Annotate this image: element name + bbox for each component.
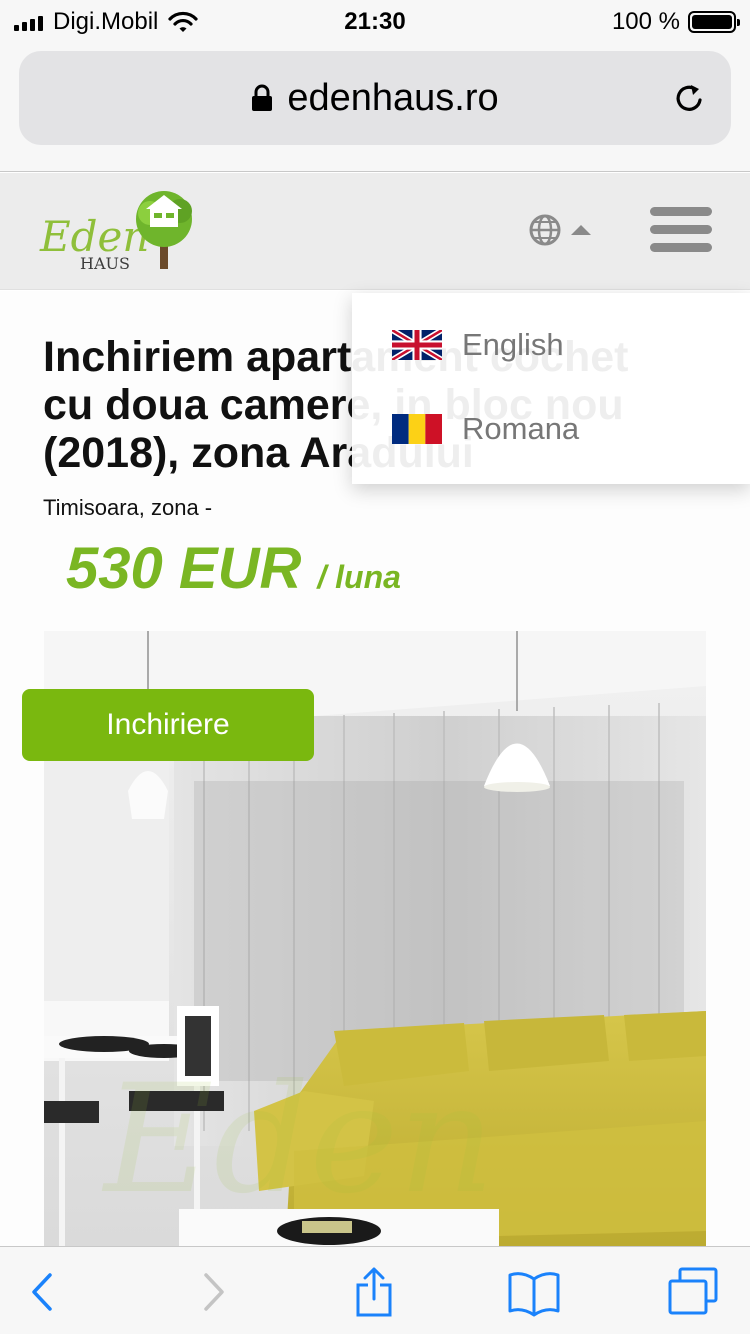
- language-option-english[interactable]: English: [392, 327, 564, 363]
- logo-sub: HAUS: [80, 254, 130, 273]
- language-label-english: English: [462, 327, 564, 362]
- globe-icon: [529, 214, 561, 246]
- caret-up-icon: [571, 225, 591, 235]
- svg-text:Eden: Eden: [101, 1053, 495, 1227]
- rental-type-badge: Inchiriere: [22, 689, 314, 761]
- back-icon[interactable]: [14, 1267, 74, 1317]
- url-text: edenhaus.ro: [287, 76, 499, 119]
- browser-address-bar: edenhaus.ro: [0, 42, 750, 172]
- price-unit: / luna: [317, 559, 401, 595]
- listing-price: 530 EUR / luna: [66, 535, 401, 602]
- browser-toolbar: [0, 1246, 750, 1334]
- battery-percent: 100 %: [611, 8, 680, 35]
- edenhaus-logo[interactable]: Eden HAUS: [38, 189, 200, 277]
- status-bar: Digi.Mobil 21:30 100 %: [0, 0, 750, 42]
- language-dropdown: English Romana: [352, 293, 750, 484]
- reload-icon[interactable]: [671, 81, 707, 117]
- site-header: Eden HAUS: [0, 173, 750, 290]
- forward-icon[interactable]: [182, 1267, 242, 1317]
- language-option-romana[interactable]: Romana: [392, 411, 579, 447]
- share-icon[interactable]: [344, 1267, 404, 1317]
- language-label-romana: Romana: [462, 411, 580, 446]
- battery-icon: [688, 11, 740, 33]
- lock-icon: [252, 84, 273, 111]
- language-switcher[interactable]: [528, 213, 592, 247]
- menu-icon[interactable]: [650, 207, 712, 255]
- uk-flag-icon: [392, 330, 442, 360]
- listing-location: Timisoara, zona -: [43, 495, 213, 520]
- tabs-icon[interactable]: [664, 1267, 724, 1317]
- romania-flag-icon: [392, 414, 442, 444]
- price-amount: 530 EUR: [66, 536, 302, 601]
- bookmarks-icon[interactable]: [504, 1267, 564, 1317]
- url-field[interactable]: edenhaus.ro: [19, 51, 731, 145]
